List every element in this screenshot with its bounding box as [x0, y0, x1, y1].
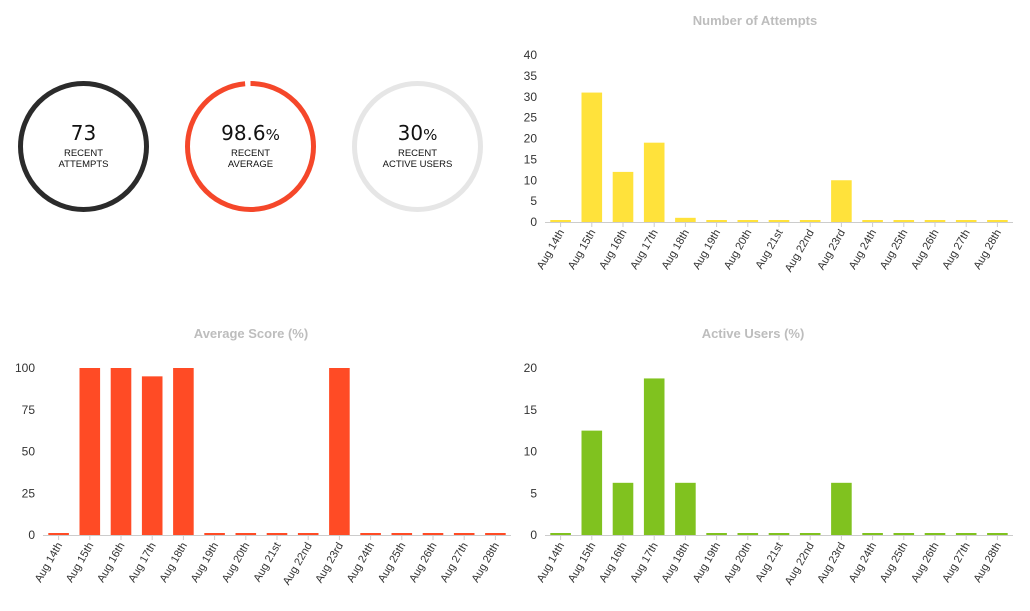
active-users-bar-chart: 0 5 10 15 20 Aug 14thAug 15thAug 16thAug 17th… [524, 361, 1013, 588]
active-bar [550, 533, 571, 535]
active-ytick-label: 5 [530, 486, 537, 500]
active-bar [799, 533, 821, 535]
active-ytick-label: 10 [524, 445, 538, 459]
active-bar [737, 533, 759, 535]
active-xtick-label: Aug 28th [972, 541, 1004, 585]
active-xtick-label: Aug 25th [878, 541, 910, 585]
active-ytick-label: 20 [524, 361, 538, 375]
active-bar [706, 533, 727, 535]
active-xtick-label: Aug 24th [847, 541, 879, 585]
active-xtick-label: Aug 23rd [815, 541, 848, 586]
active-bar [987, 533, 1008, 535]
active-xtick-label: Aug 22nd [783, 541, 817, 588]
active-ytick-label: 0 [530, 528, 537, 542]
active-bar [768, 533, 790, 535]
active-ytick-label: 15 [524, 403, 538, 417]
active-xtick-label: Aug 17th [628, 541, 660, 585]
active-xtick-label: Aug 27th [940, 541, 972, 585]
active-xtick-label: Aug 16th [597, 541, 629, 585]
active-bar [862, 533, 883, 535]
active-xtick-label: Aug 14th [535, 541, 567, 585]
active-bar [643, 378, 665, 535]
active-bar [612, 482, 634, 535]
active-xtick-label: Aug 18th [660, 541, 692, 585]
active-bar [893, 533, 915, 535]
active-bar [955, 533, 977, 535]
active-xtick-label: Aug 20th [722, 541, 754, 585]
active-bar [924, 533, 946, 535]
active-bar [581, 430, 603, 535]
active-xtick-label: Aug 19th [691, 541, 723, 585]
active-xtick-label: Aug 21st [753, 541, 785, 585]
active-xtick-label: Aug 26th [909, 541, 941, 585]
active-bar [675, 482, 696, 535]
active-xtick-label: Aug 15th [566, 541, 598, 585]
active-bar [831, 482, 852, 535]
